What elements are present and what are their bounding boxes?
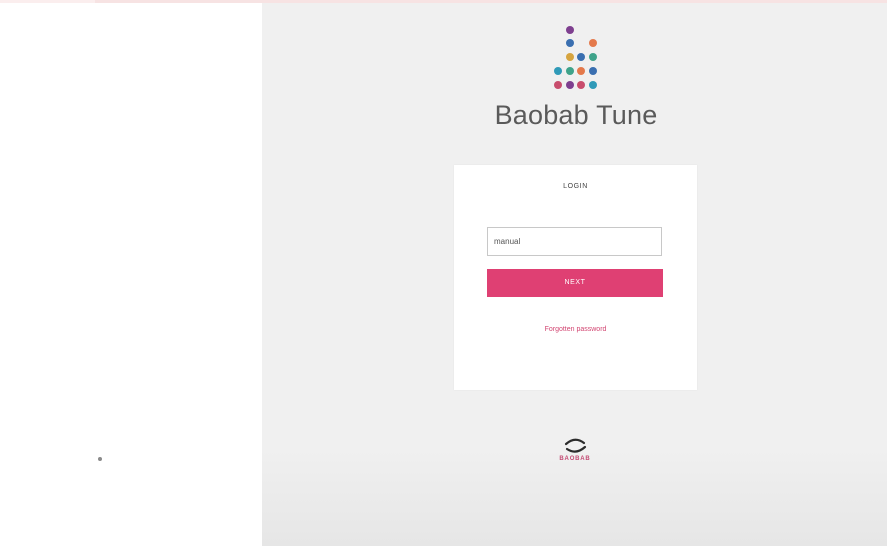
login-card: LOGIN NEXT Forgotten password <box>454 165 697 390</box>
forgot-password-link[interactable]: Forgotten password <box>454 326 697 333</box>
left-panel <box>0 3 262 546</box>
stray-dot <box>98 457 102 461</box>
dot-tree-icon <box>554 26 597 89</box>
next-button[interactable]: NEXT <box>487 269 663 297</box>
login-title: LOGIN <box>563 183 588 190</box>
username-input[interactable] <box>487 227 662 256</box>
login-page: Baobab Tune LOGIN NEXT Forgotten passwor… <box>0 0 887 546</box>
footer-logo-text: BAOBAB <box>559 456 591 462</box>
brand-name: Baobab Tune <box>494 100 658 130</box>
